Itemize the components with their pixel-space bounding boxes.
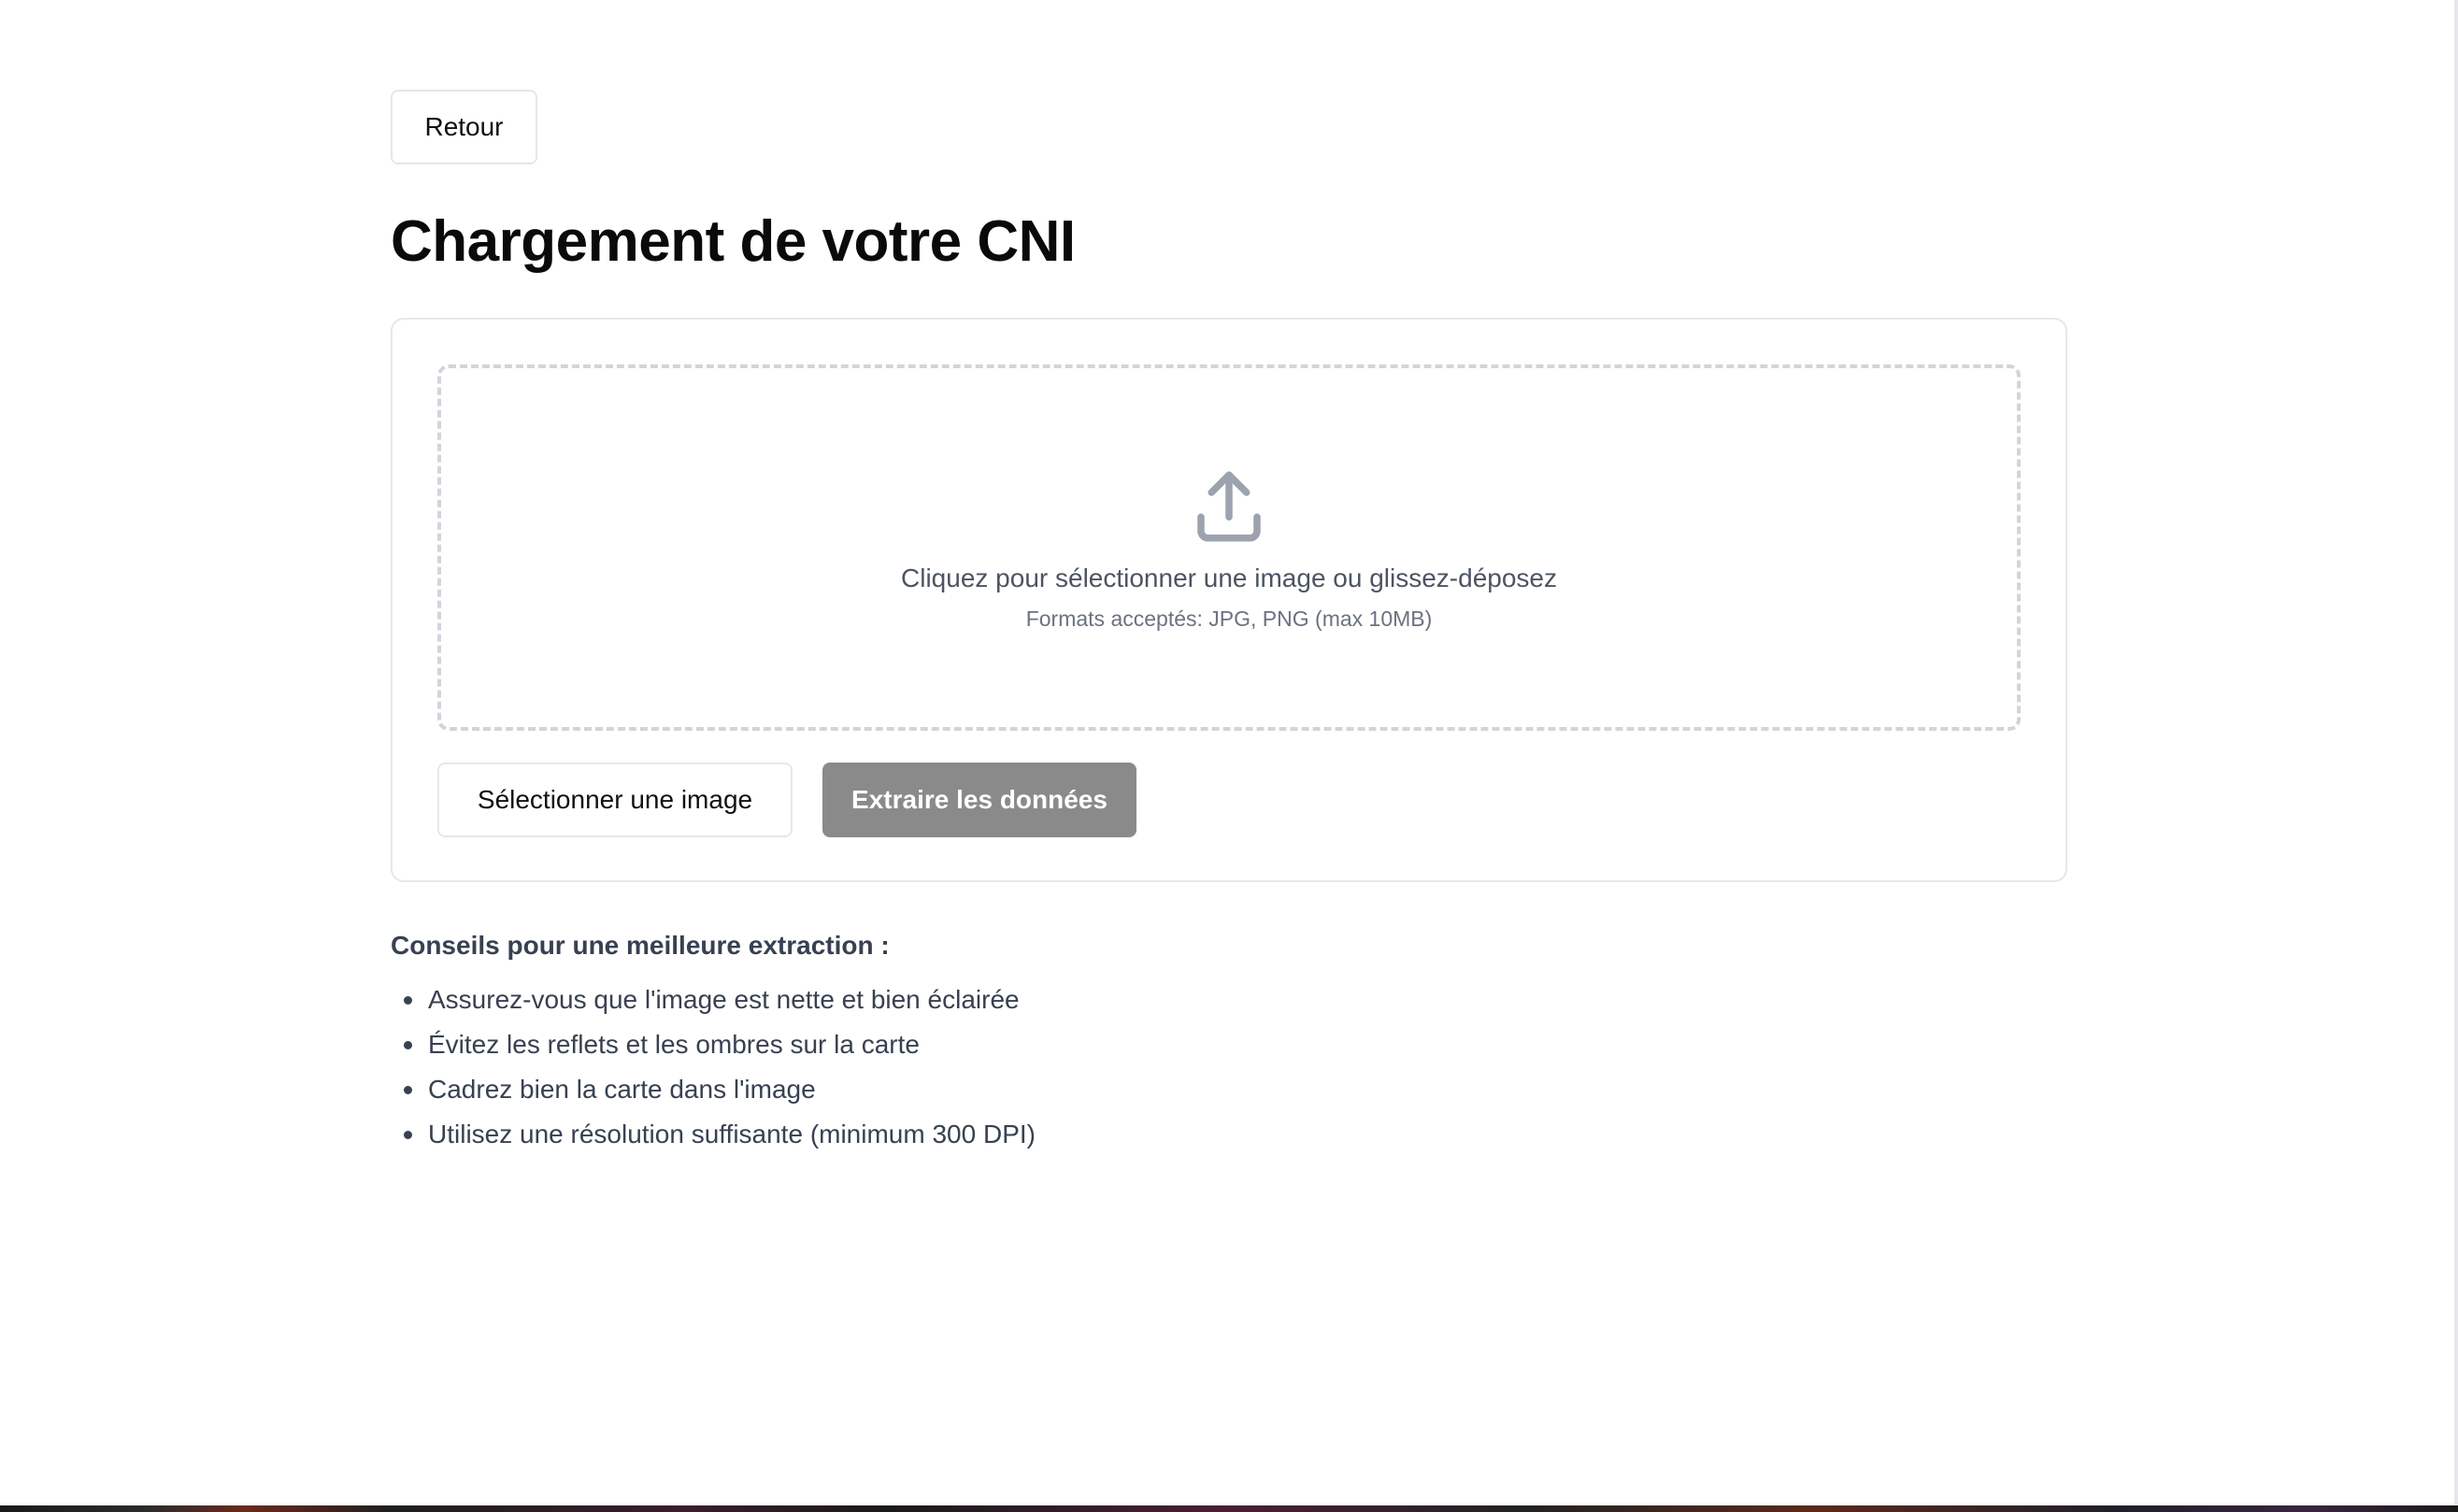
window-right-edge	[2454, 0, 2458, 1506]
tip-item: Évitez les reflets et les ombres sur la …	[391, 1022, 2067, 1067]
upload-actions: Sélectionner une image Extraire les donn…	[437, 763, 2021, 838]
page: Retour Chargement de votre CNI Cliquez p…	[0, 0, 2458, 1512]
upload-dropzone[interactable]: Cliquez pour sélectionner une image ou g…	[437, 364, 2021, 732]
desktop-background-strip	[0, 1505, 2458, 1512]
tip-item: Assurez-vous que l'image est nette et bi…	[391, 977, 2067, 1022]
dropzone-formats: Formats acceptés: JPG, PNG (max 10MB)	[1025, 606, 1433, 631]
tip-item: Utilisez une résolution suffisante (mini…	[391, 1112, 2067, 1157]
tips-list: Assurez-vous que l'image est nette et bi…	[391, 977, 2067, 1157]
tips-section: Conseils pour une meilleure extraction :…	[391, 931, 2067, 1157]
select-image-button[interactable]: Sélectionner une image	[437, 763, 793, 838]
upload-icon	[1197, 471, 1261, 542]
dropzone-instruction: Cliquez pour sélectionner une image ou g…	[901, 563, 1557, 592]
upload-card: Cliquez pour sélectionner une image ou g…	[391, 318, 2067, 883]
main-content: Retour Chargement de votre CNI Cliquez p…	[391, 90, 2067, 1157]
page-title: Chargement de votre CNI	[391, 209, 1076, 274]
back-button[interactable]: Retour	[391, 90, 537, 164]
tip-item: Cadrez bien la carte dans l'image	[391, 1067, 2067, 1112]
tips-title: Conseils pour une meilleure extraction :	[391, 931, 890, 961]
extract-data-button[interactable]: Extraire les données	[822, 763, 1136, 838]
